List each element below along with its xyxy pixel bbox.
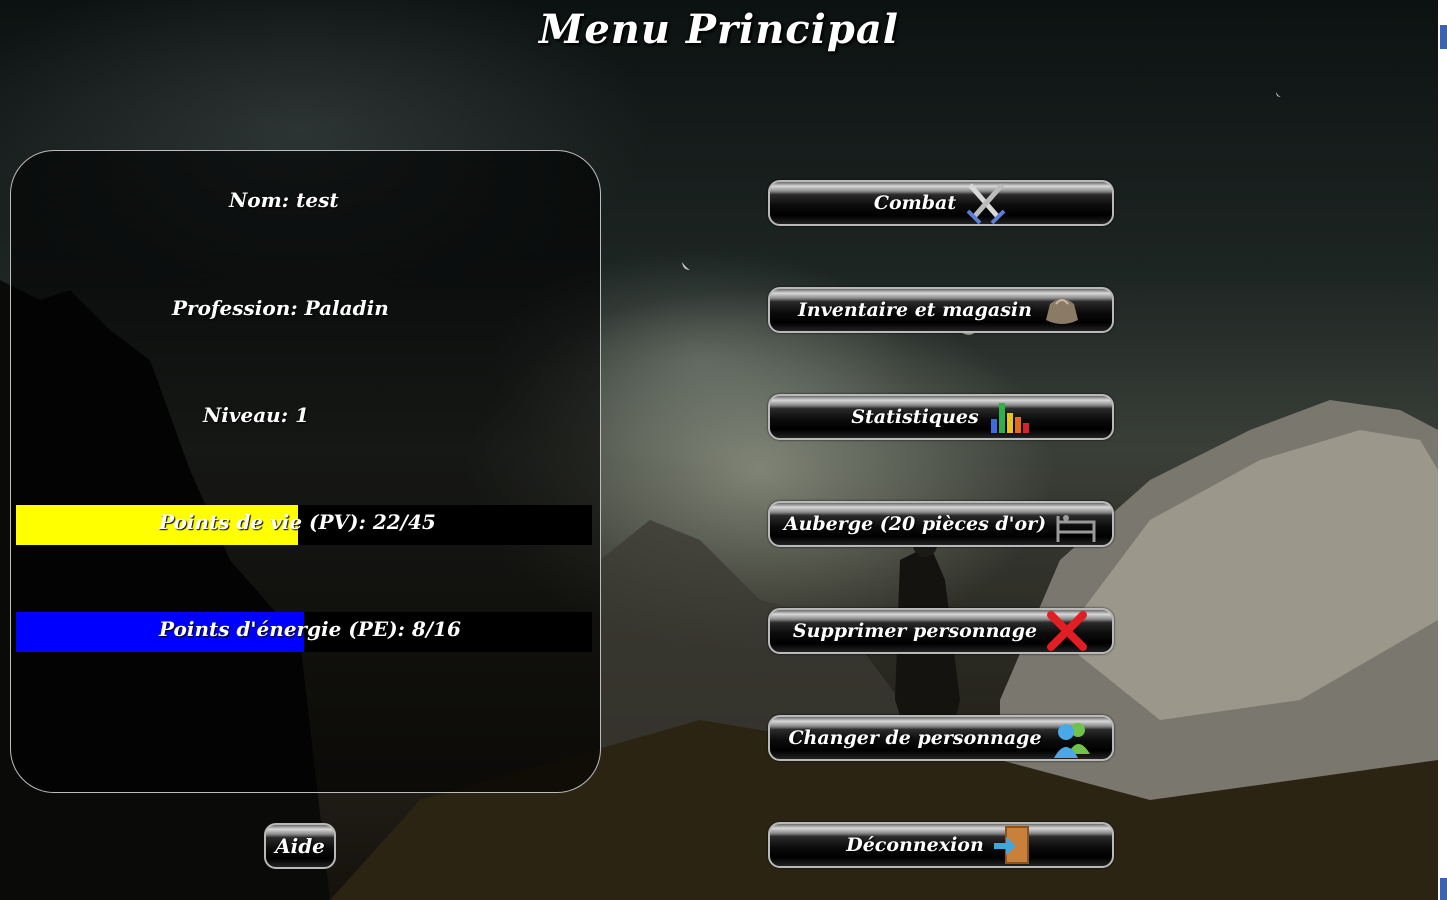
inventory-button[interactable]: Inventaire et magasin [768, 287, 1114, 333]
bar-chart-icon [987, 395, 1031, 439]
statistics-button[interactable]: Statistiques [768, 394, 1114, 440]
statistics-button-label: Statistiques [851, 406, 979, 428]
exit-door-icon [992, 823, 1036, 867]
character-name: Nom: test [229, 188, 339, 212]
ep-label: Points d'énergie (PE): 8/16 [159, 617, 461, 641]
page-title: Menu Principal [539, 6, 899, 53]
ep-bar: Points d'énergie (PE): 8/16 [16, 612, 592, 652]
delete-character-button-label: Supprimer personnage [792, 620, 1038, 642]
edge-tab [1440, 878, 1447, 900]
switch-character-button-label: Changer de personnage [788, 727, 1042, 749]
help-button[interactable]: Aide [264, 823, 336, 869]
inn-button-label: Auberge (20 pièces d'or) [783, 513, 1047, 535]
character-level: Niveau: 1 [203, 403, 309, 427]
switch-character-button[interactable]: Changer de personnage [768, 715, 1114, 761]
bag-icon [1040, 288, 1084, 332]
logout-button-label: Déconnexion [846, 834, 984, 856]
crossed-swords-icon [964, 181, 1008, 225]
inventory-button-label: Inventaire et magasin [798, 299, 1032, 321]
window-edge [1438, 0, 1447, 900]
edge-tab [1440, 25, 1447, 49]
logout-button[interactable]: Déconnexion [768, 822, 1114, 868]
red-x-icon [1045, 609, 1089, 653]
delete-character-button[interactable]: Supprimer personnage [768, 608, 1114, 654]
inn-button[interactable]: Auberge (20 pièces d'or) [768, 501, 1114, 547]
bed-icon [1054, 502, 1098, 546]
combat-button[interactable]: Combat [768, 180, 1114, 226]
hp-label: Points de vie (PV): 22/45 [159, 510, 436, 534]
combat-button-label: Combat [873, 192, 957, 214]
hp-bar: Points de vie (PV): 22/45 [16, 505, 592, 545]
character-profession: Profession: Paladin [172, 296, 389, 320]
character-panel [10, 150, 601, 793]
users-icon [1050, 716, 1094, 760]
